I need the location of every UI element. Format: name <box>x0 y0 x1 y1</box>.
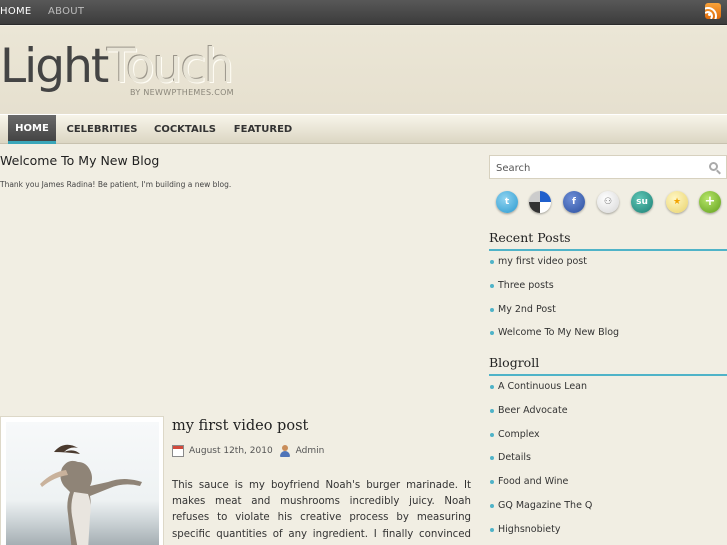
search-input[interactable] <box>490 157 690 180</box>
post-excerpt: This sauce is my boyfriend Noah's burger… <box>172 480 471 545</box>
search-icon[interactable] <box>709 162 718 171</box>
list-item[interactable]: My 2nd Post <box>489 304 619 328</box>
nav-item-featured[interactable]: FEATURED <box>230 115 296 144</box>
facebook-icon[interactable]: f <box>563 191 585 213</box>
nav-item-cocktails[interactable]: COCKTAILS <box>150 115 220 144</box>
list-item[interactable]: GQ Magazine The Q <box>489 500 592 524</box>
recent-posts-list: my first video post Three posts My 2nd P… <box>489 256 619 351</box>
post-date: August 12th, 2010 <box>189 446 273 456</box>
twitter-icon[interactable]: t <box>496 191 518 213</box>
list-item[interactable]: Complex <box>489 429 592 453</box>
logo-byline: BY NEWWPTHEMES.COM <box>130 88 234 97</box>
recent-posts-title: Recent Posts <box>489 230 727 251</box>
favorites-icon[interactable]: ★ <box>666 191 688 213</box>
stumbleupon-icon[interactable]: su <box>631 191 653 213</box>
top-bar: HOME ABOUT <box>0 0 727 25</box>
list-item[interactable]: A Continuous Lean <box>489 381 592 405</box>
intro-post-body: Thank you James Radina! Be patient, I'm … <box>0 180 232 189</box>
main-nav: HOME CELEBRITIES COCKTAILS FEATURED <box>0 114 727 144</box>
post-thumbnail[interactable] <box>0 416 164 545</box>
logo-text-light: Light <box>0 39 109 94</box>
logo-text-touch: Touch <box>107 39 234 94</box>
intro-post-title[interactable]: Welcome To My New Blog <box>0 153 159 168</box>
nav-item-home[interactable]: HOME <box>8 115 56 144</box>
site-header: LightTouch BY NEWWPTHEMES.COM <box>0 26 727 114</box>
list-item[interactable]: Welcome To My New Blog <box>489 327 619 351</box>
user-icon <box>279 445 291 457</box>
rss-icon[interactable] <box>705 3 721 19</box>
list-item[interactable]: Details <box>489 452 592 476</box>
calendar-icon <box>172 445 184 457</box>
top-link-home[interactable]: HOME <box>0 6 32 17</box>
list-item[interactable]: Food and Wine <box>489 476 592 500</box>
post-thumbnail-image <box>6 422 159 545</box>
top-link-about[interactable]: ABOUT <box>48 6 84 17</box>
list-item[interactable]: Beer Advocate <box>489 405 592 429</box>
list-item[interactable]: my first video post <box>489 256 619 280</box>
delicious-icon[interactable] <box>529 191 551 213</box>
video-post-title[interactable]: my first video post <box>172 418 308 434</box>
blogroll-list: A Continuous Lean Beer Advocate Complex … <box>489 381 592 545</box>
list-item[interactable]: Highsnobiety <box>489 524 592 545</box>
blogroll-title: Blogroll <box>489 355 727 376</box>
list-item[interactable]: Three posts <box>489 280 619 304</box>
myspace-icon[interactable]: ⚇ <box>597 191 619 213</box>
post-meta: August 12th, 2010 Admin <box>172 445 324 457</box>
nav-item-celebrities[interactable]: CELEBRITIES <box>64 115 140 144</box>
search-box <box>489 155 727 180</box>
site-logo[interactable]: LightTouch <box>0 43 234 90</box>
post-author[interactable]: Admin <box>296 446 325 456</box>
woman-on-beach-image <box>6 422 159 545</box>
share-plus-icon[interactable]: + <box>699 191 721 213</box>
